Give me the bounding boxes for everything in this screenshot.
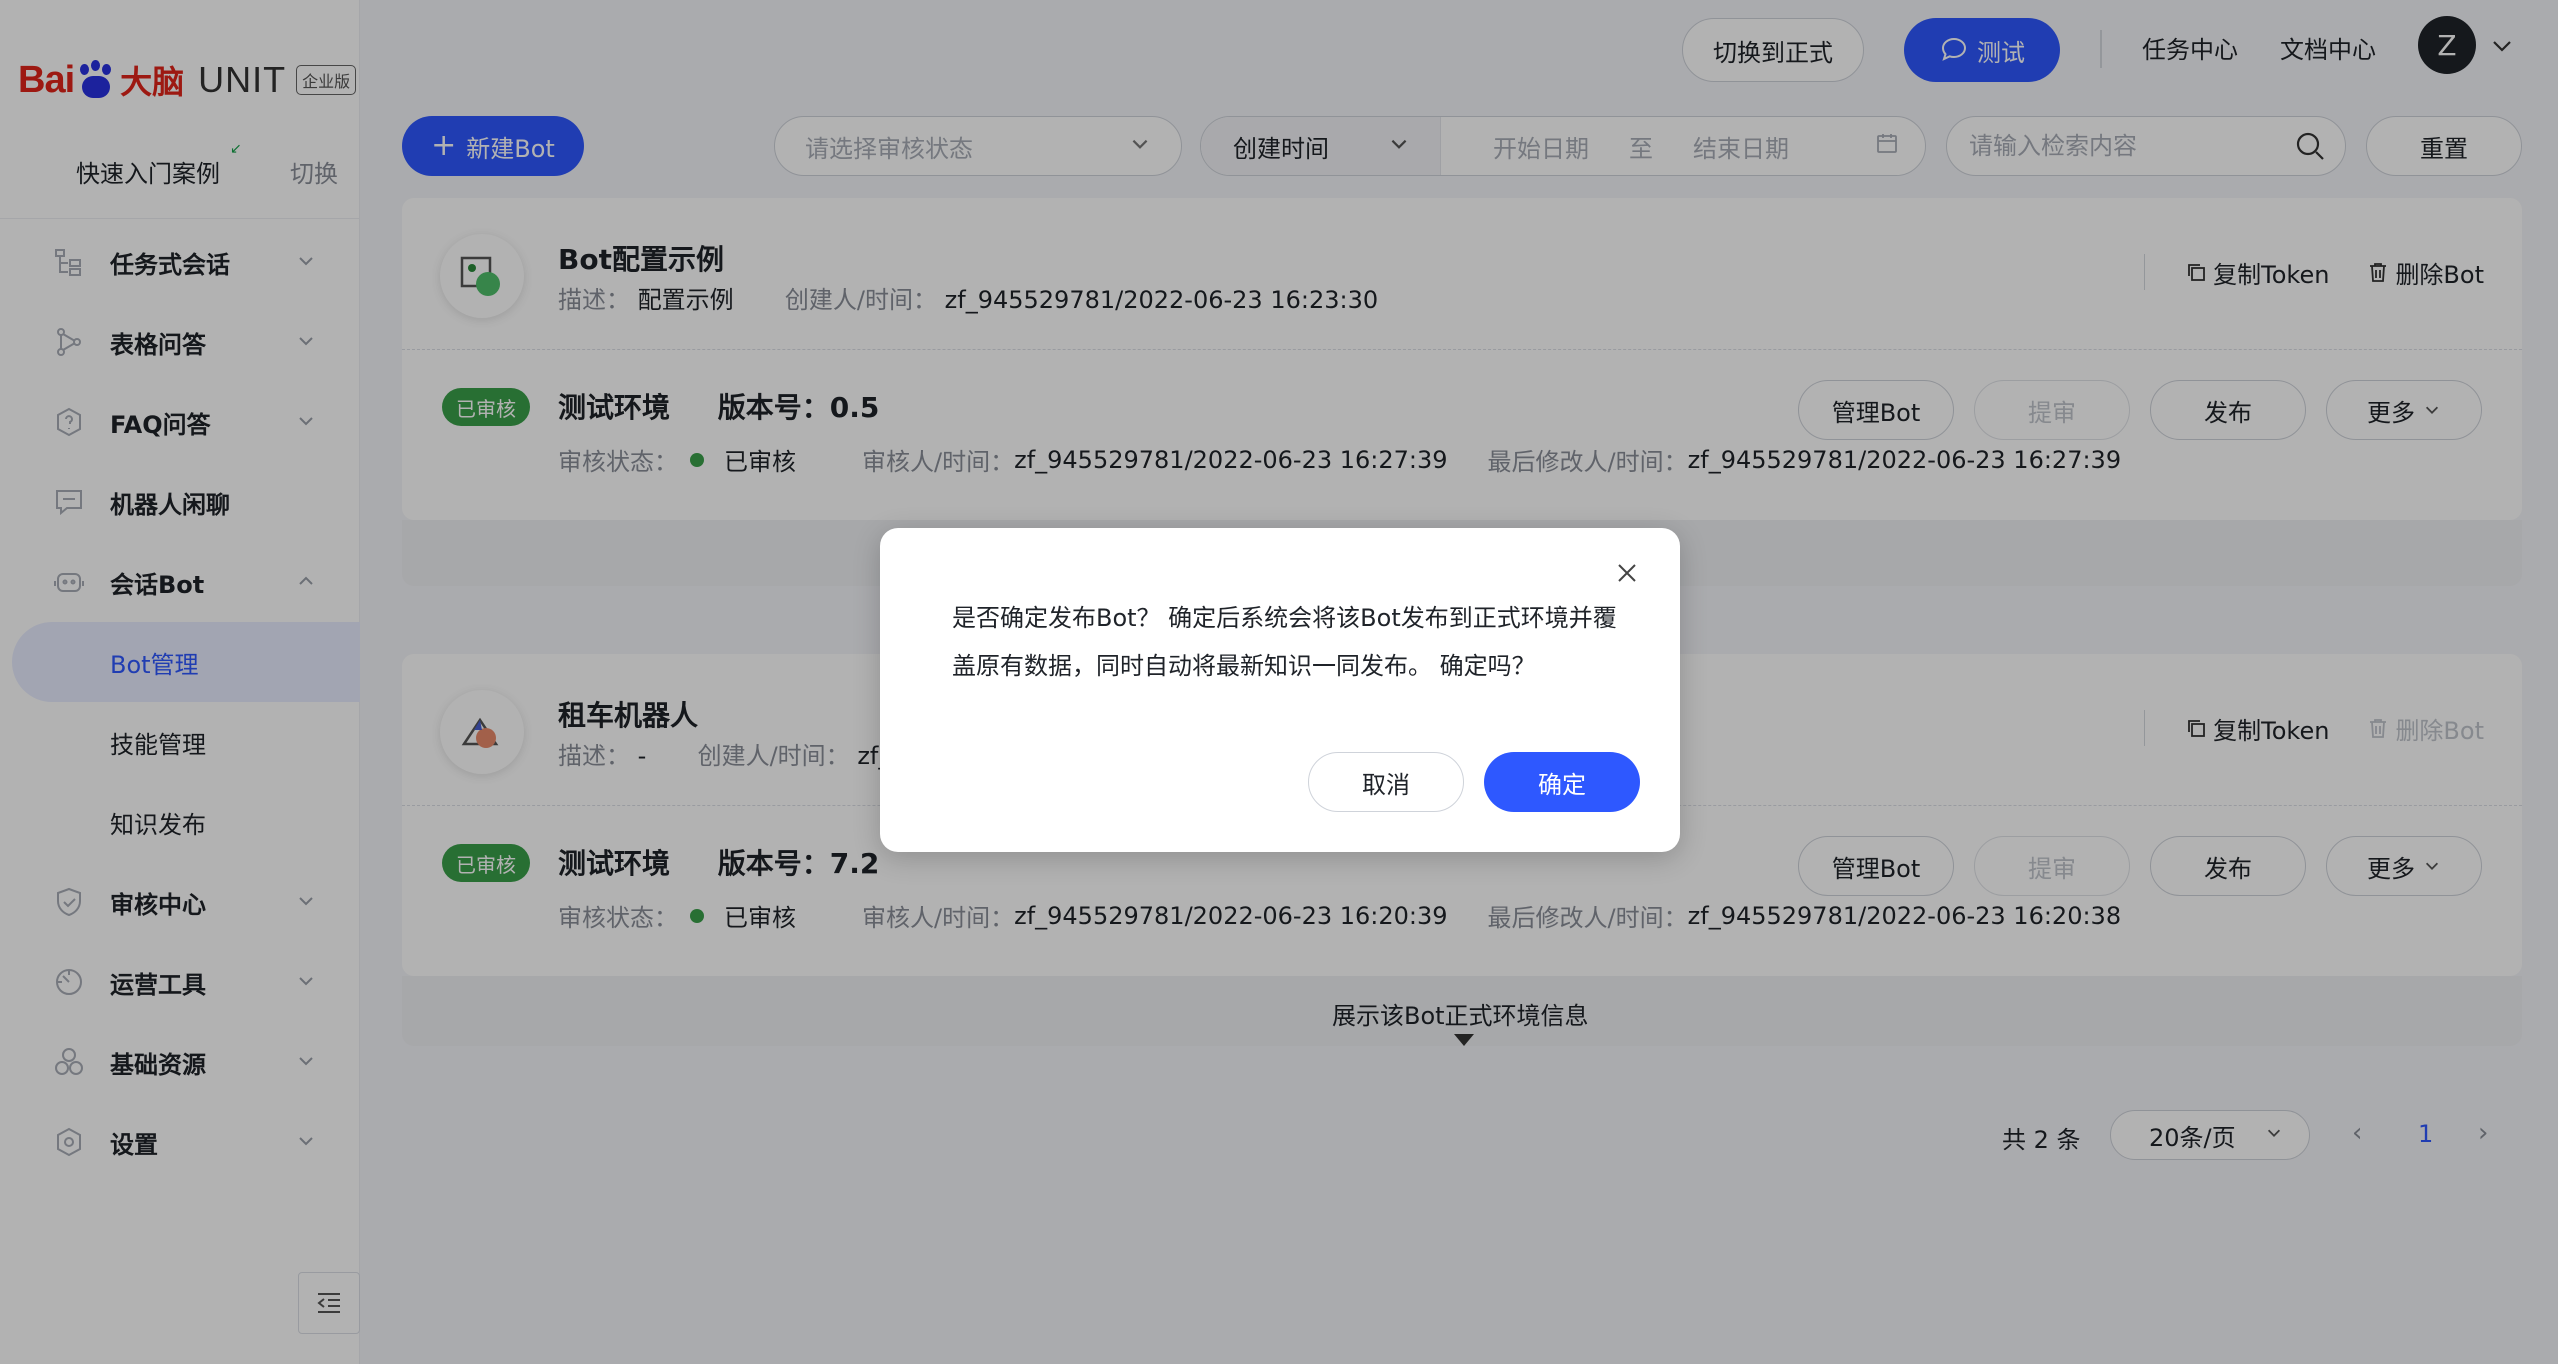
close-icon[interactable] [1614,560,1640,586]
dialog-message-line: 是否确定发布Bot？ 确定后系统会将该Bot发布到正式环境并覆 [952,604,1617,632]
dialog-message: 是否确定发布Bot？ 确定后系统会将该Bot发布到正式环境并覆 盖原有数据，同时… [952,594,1622,690]
cancel-button[interactable]: 取消 [1308,752,1464,812]
confirm-button[interactable]: 确定 [1484,752,1640,812]
dialog-message-line: 盖原有数据，同时自动将最新知识一同发布。 确定吗？ [952,652,1536,680]
publish-confirm-dialog: 是否确定发布Bot？ 确定后系统会将该Bot发布到正式环境并覆 盖原有数据，同时… [880,528,1680,852]
